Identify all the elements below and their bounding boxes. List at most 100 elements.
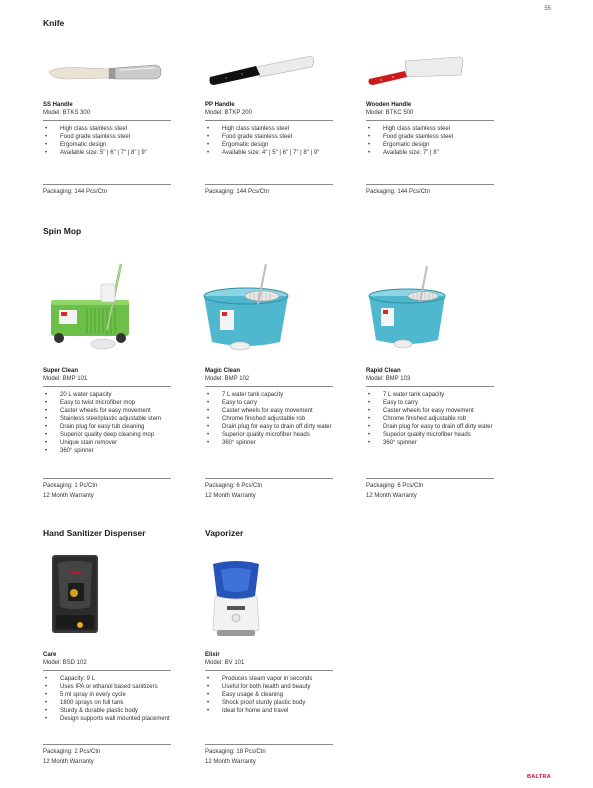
packaging-text: Packaging: 6 Pcs/Ctn bbox=[366, 483, 424, 489]
product-card-elixir: Elixir Model: BV 101 Produces steam vapo… bbox=[205, 651, 345, 715]
product-card-rapid-clean: Rapid Clean Model: BMP 103 7 L water tan… bbox=[366, 367, 506, 447]
rapid-clean-mop-image bbox=[368, 265, 446, 349]
warranty-text: 12 Month Warranty bbox=[43, 493, 94, 499]
feature-item: Uses IPA or ethanol based sanitizers bbox=[43, 683, 183, 691]
feature-item: Available size: 5" | 6" | 7" | 8" | 9" bbox=[43, 149, 183, 157]
feature-item: 7 L water tank capacity bbox=[366, 391, 506, 399]
product-model: Model: BTKC 500 bbox=[366, 110, 414, 116]
feature-item: Produces steam vapor in seconds bbox=[205, 675, 345, 683]
feature-item: Easy to carry bbox=[366, 399, 506, 407]
feature-item: Sturdy & durable plastic body bbox=[43, 707, 183, 715]
ss-knife-image bbox=[48, 64, 162, 80]
product-model: Model: BTKP 200 bbox=[205, 110, 252, 116]
packaging-text: Packaging: 144 Pcs/Ctn bbox=[366, 189, 431, 195]
feature-item: High class stainless steel bbox=[43, 125, 183, 133]
feature-list: Capacity: 9 L Uses IPA or ethanol based … bbox=[43, 675, 183, 723]
feature-item: Food grade stainless steel bbox=[43, 133, 183, 141]
divider bbox=[43, 386, 171, 387]
feature-item: Ergomatic design bbox=[43, 141, 183, 149]
feature-item: Superior quality microfiber heads bbox=[205, 431, 345, 439]
divider bbox=[43, 184, 171, 185]
product-card-ss-handle: SS Handle Model: BTKS 300 High class sta… bbox=[43, 101, 183, 157]
feature-item: Ergomatic design bbox=[205, 141, 345, 149]
divider bbox=[43, 744, 171, 745]
feature-list: High class stainless steel Food grade st… bbox=[43, 125, 183, 157]
feature-list: 20 L water capacity Easy to twist microf… bbox=[43, 391, 183, 455]
product-model: Model: BMP 102 bbox=[205, 376, 250, 382]
feature-list: High class stainless steel Food grade st… bbox=[205, 125, 345, 157]
product-card-pp-handle: PP Handle Model: BTKP 200 High class sta… bbox=[205, 101, 345, 157]
section-title-spin-mop: Spin Mop bbox=[43, 226, 82, 236]
product-card-care: Care Model: BSD 102 Capacity: 9 L Uses I… bbox=[43, 651, 183, 723]
section-title-knife: Knife bbox=[43, 18, 65, 28]
feature-item: Available size: 7" | 8" bbox=[366, 149, 506, 157]
divider bbox=[366, 478, 494, 479]
brand-logo-text: BALTRA bbox=[527, 774, 551, 780]
feature-item: 1800 sprays on full tank bbox=[43, 699, 183, 707]
feature-item: 7 L water tank capacity bbox=[205, 391, 345, 399]
feature-item: 20 L water capacity bbox=[43, 391, 183, 399]
packaging-text: Packaging: 1 Pc/Ctn bbox=[43, 483, 98, 489]
section-title-vaporizer: Vaporizer bbox=[205, 528, 244, 538]
feature-item: Chrome finished adjustable rob bbox=[366, 415, 506, 423]
product-name: Care bbox=[43, 652, 57, 658]
feature-item: Unique stain remover bbox=[43, 439, 183, 447]
feature-item: 360° spinner bbox=[43, 447, 183, 455]
warranty-text: 12 Month Warranty bbox=[366, 493, 417, 499]
page-number: 55 bbox=[544, 6, 551, 12]
divider bbox=[205, 478, 333, 479]
packaging-text: Packaging: 6 Pcs/Ctn bbox=[205, 483, 263, 489]
feature-item: 360° spinner bbox=[366, 439, 506, 447]
feature-item: Useful for both health and beauty bbox=[205, 683, 345, 691]
product-card-wooden-handle: Wooden Handle Model: BTKC 500 High class… bbox=[366, 101, 506, 157]
sanitizer-dispenser-image bbox=[52, 555, 98, 633]
feature-item: Drain plug for easy tub cleaning bbox=[43, 423, 183, 431]
packaging-text: Packaging: 18 Pcs/Ctn bbox=[205, 749, 266, 755]
section-title-sanitizer: Hand Sanitizer Dispenser bbox=[43, 528, 146, 538]
product-name: Super Clean bbox=[43, 368, 79, 374]
product-name: SS Handle bbox=[43, 102, 73, 108]
feature-item: Available size: 4" | 5" | 6" | 7" | 8" |… bbox=[205, 149, 345, 157]
wooden-knife-image bbox=[368, 56, 464, 85]
pp-knife-image bbox=[209, 56, 315, 85]
feature-item: Drain plug for easy to drain off dirty w… bbox=[205, 423, 345, 431]
feature-list: 7 L water tank capacity Easy to carry Ca… bbox=[366, 391, 506, 447]
divider bbox=[366, 386, 494, 387]
product-name: PP Handle bbox=[205, 102, 235, 108]
divider bbox=[366, 184, 494, 185]
divider bbox=[43, 120, 171, 121]
feature-item: High class stainless steel bbox=[366, 125, 506, 133]
divider bbox=[205, 120, 333, 121]
feature-item: Capacity: 9 L bbox=[43, 675, 183, 683]
feature-item: High class stainless steel bbox=[205, 125, 345, 133]
divider bbox=[43, 478, 171, 479]
packaging-text: Packaging: 144 Pcs/Ctn bbox=[205, 189, 270, 195]
feature-list: 7 L water tank capacity Easy to carry Ca… bbox=[205, 391, 345, 447]
product-name: Elixir bbox=[205, 652, 220, 658]
product-name: Wooden Handle bbox=[366, 102, 412, 108]
feature-list: High class stainless steel Food grade st… bbox=[366, 125, 506, 157]
feature-item: Chrome finished adjustable rob bbox=[205, 415, 345, 423]
feature-item: Design supports wall mounted placement bbox=[43, 715, 183, 723]
feature-item: Drain plug for easy to drain off dirty w… bbox=[366, 423, 506, 431]
warranty-text: 12 Month Warranty bbox=[43, 759, 94, 765]
product-name: Rapid Clean bbox=[366, 368, 401, 374]
product-name: Magic Clean bbox=[205, 368, 241, 374]
divider bbox=[205, 184, 333, 185]
feature-item: Ergomatic design bbox=[366, 141, 506, 149]
packaging-text: Packaging: 144 Pcs/Ctn bbox=[43, 189, 108, 195]
product-model: Model: BMP 101 bbox=[43, 376, 88, 382]
product-model: Model: BMP 103 bbox=[366, 376, 411, 382]
feature-item: Easy to twist microfiber mop bbox=[43, 399, 183, 407]
feature-list: Produces steam vapor in seconds Useful f… bbox=[205, 675, 345, 715]
divider bbox=[205, 670, 333, 671]
feature-item: Caster wheels for easy movement bbox=[205, 407, 345, 415]
feature-item: Caster wheels for easy movement bbox=[366, 407, 506, 415]
magic-clean-mop-image bbox=[203, 263, 289, 351]
divider bbox=[43, 670, 171, 671]
vaporizer-image bbox=[212, 561, 260, 636]
feature-item: Superior quality deep cleaning mop bbox=[43, 431, 183, 439]
product-model: Model: BTKS 300 bbox=[43, 110, 91, 116]
super-clean-mop-image bbox=[51, 263, 129, 350]
feature-item: Stainless steel/plastic adjustable stem bbox=[43, 415, 183, 423]
